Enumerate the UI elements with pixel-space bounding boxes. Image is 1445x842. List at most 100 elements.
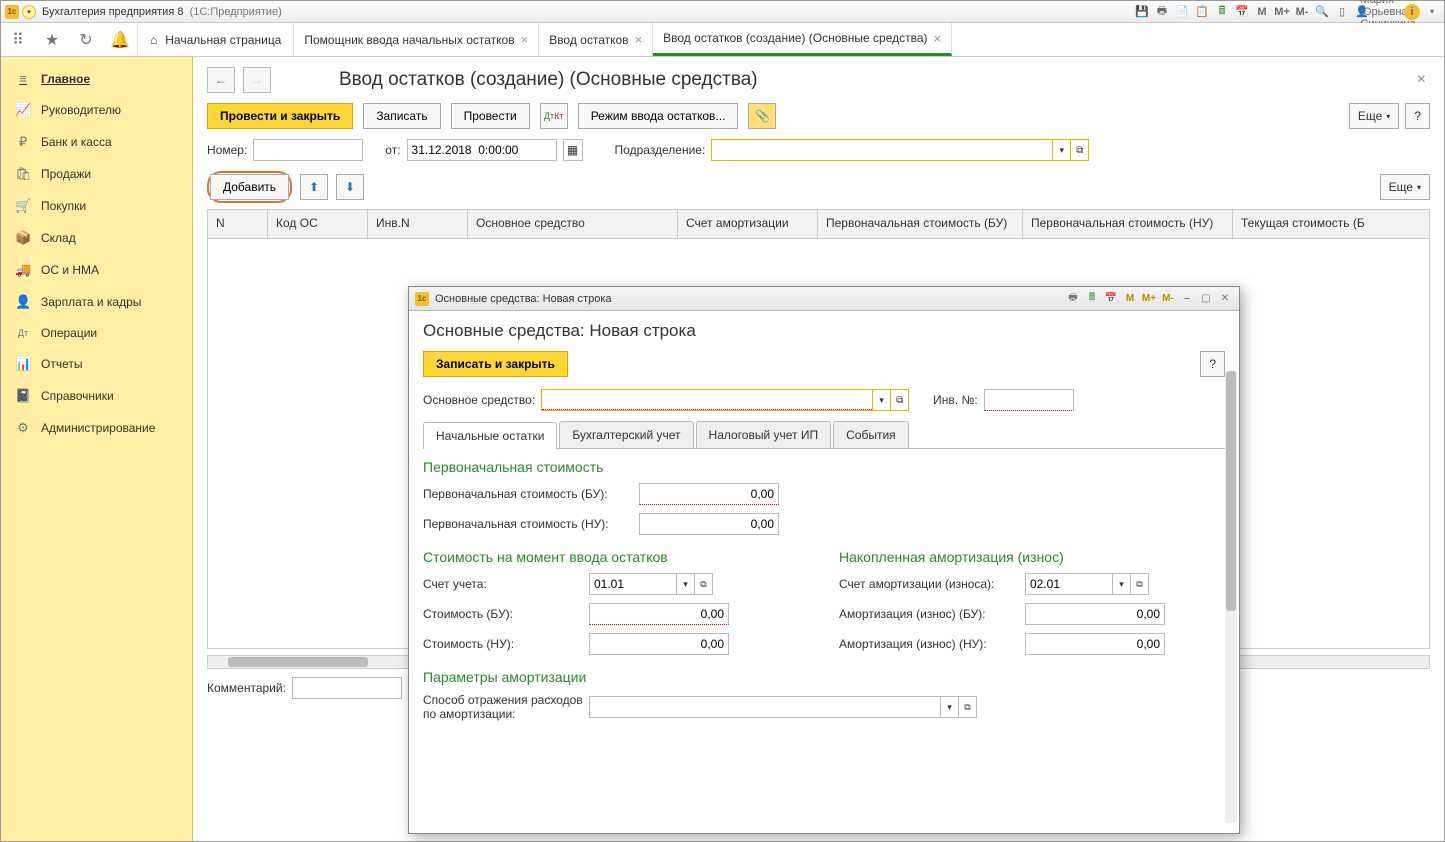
number-input[interactable] [253, 139, 363, 161]
expand-icon[interactable]: ⧉ [1070, 140, 1088, 160]
p-mminus-icon[interactable]: M- [1160, 291, 1176, 307]
p-calendar-icon[interactable]: 📅 [1103, 291, 1119, 307]
app-menu-dropdown[interactable]: ▾ [22, 5, 36, 19]
p-print-icon[interactable]: 🖶 [1065, 291, 1081, 307]
dropdown-icon[interactable]: ▾ [1112, 574, 1130, 594]
popup-help-button[interactable]: ? [1200, 351, 1225, 377]
p-close-icon[interactable]: ✕ [1217, 291, 1233, 307]
popup-v-scrollbar[interactable] [1225, 371, 1237, 823]
sidebar-item-salary[interactable]: 👤Зарплата и кадры [1, 286, 192, 318]
user-name[interactable]: Мария Юрьевна Синичкина [1380, 4, 1396, 20]
home-tab[interactable]: ⌂ Начальная страница [137, 23, 294, 56]
move-down-button[interactable]: ⬇ [336, 174, 364, 200]
popup-save-close-button[interactable]: Записать и закрыть [423, 351, 568, 377]
close-icon[interactable]: × [934, 31, 942, 46]
amort-acc-input[interactable] [1026, 574, 1112, 594]
page-close-button[interactable]: × [1413, 71, 1430, 89]
help-button[interactable]: ? [1405, 103, 1430, 129]
tb-save-icon[interactable]: 💾 [1134, 4, 1150, 20]
expand-icon[interactable]: ⧉ [890, 390, 908, 410]
notifications-icon[interactable]: 🔔 [103, 23, 137, 56]
m-icon[interactable]: M [1254, 4, 1270, 20]
tb-calendar-icon[interactable]: 📅 [1234, 4, 1250, 20]
method-input[interactable] [590, 697, 940, 717]
method-select[interactable]: ▾⧉ [589, 696, 977, 718]
m-plus-icon[interactable]: M+ [1274, 4, 1290, 20]
mode-button[interactable]: Режим ввода остатков... [578, 103, 739, 129]
tb-print-icon[interactable]: 🖶 [1154, 4, 1170, 20]
ptab-events[interactable]: События [833, 421, 909, 448]
sidebar-item-reports[interactable]: 📊Отчеты [1, 348, 192, 380]
dropdown-icon[interactable]: ▾ [940, 697, 958, 717]
expand-icon[interactable]: ⧉ [694, 574, 712, 594]
post-close-button[interactable]: Провести и закрыть [207, 103, 353, 129]
history-icon[interactable]: ↻ [69, 23, 103, 56]
tb-doc-icon[interactable]: 📄 [1174, 4, 1190, 20]
tab-entry[interactable]: Ввод остатков × [539, 23, 653, 56]
post-button[interactable]: Провести [451, 103, 530, 129]
attach-button[interactable]: 📎 [748, 103, 776, 129]
comment-input[interactable] [292, 677, 402, 699]
dept-input[interactable] [712, 140, 1052, 160]
info-icon[interactable]: i [1404, 4, 1420, 20]
nav-forward-button[interactable]: → [243, 67, 271, 93]
table-more-button[interactable]: Еще▾ [1380, 174, 1430, 200]
sidebar-item-main[interactable]: ≡Главное [1, 63, 192, 94]
ptab-initial[interactable]: Начальные остатки [423, 422, 557, 449]
close-icon[interactable]: × [521, 32, 529, 47]
move-up-button[interactable]: ⬆ [300, 174, 328, 200]
favorite-icon[interactable]: ★ [35, 23, 69, 56]
more-button[interactable]: Еще▾ [1349, 103, 1399, 129]
save-button[interactable]: Записать [363, 103, 440, 129]
p-max-icon[interactable]: ▢ [1198, 291, 1214, 307]
add-button[interactable]: Добавить [210, 174, 289, 200]
acc-input[interactable] [590, 574, 676, 594]
info-dd-icon[interactable]: ▾ [1424, 4, 1440, 20]
inp-cost-bu[interactable] [639, 483, 779, 505]
close-icon[interactable]: × [635, 32, 643, 47]
apps-icon[interactable]: ⠿ [1, 23, 35, 56]
inv-input[interactable] [984, 389, 1074, 411]
tb-panel-icon[interactable]: ▯ [1334, 4, 1350, 20]
ptab-accounting[interactable]: Бухгалтерский учет [559, 421, 693, 448]
tb-zoom-icon[interactable]: 🔍 [1314, 4, 1330, 20]
sidebar-item-sales[interactable]: 🛍Продажи [1, 158, 192, 190]
p-calc-icon[interactable]: 🖩 [1084, 291, 1100, 307]
inp-cost-nu[interactable] [639, 513, 779, 535]
inp-val-nu[interactable] [589, 633, 729, 655]
scrollbar-thumb[interactable] [228, 657, 368, 667]
sidebar-item-os[interactable]: 🚚ОС и НМА [1, 254, 192, 286]
dept-select[interactable]: ▾ ⧉ [711, 139, 1089, 161]
os-input[interactable] [542, 390, 872, 410]
sidebar-item-refs[interactable]: 📓Справочники [1, 380, 192, 412]
expand-icon[interactable]: ⧉ [958, 697, 976, 717]
inp-val-bu[interactable] [589, 603, 729, 625]
dropdown-icon[interactable]: ▾ [1052, 140, 1070, 160]
tb-copy-icon[interactable]: 📋 [1194, 4, 1210, 20]
inp-amort-nu[interactable] [1025, 633, 1165, 655]
p-mplus-icon[interactable]: M+ [1141, 291, 1157, 307]
sidebar-item-warehouse[interactable]: 📦Склад [1, 222, 192, 254]
p-m-icon[interactable]: M [1122, 291, 1138, 307]
tab-helper[interactable]: Помощник ввода начальных остатков × [294, 23, 539, 56]
dropdown-icon[interactable]: ▾ [676, 574, 694, 594]
sidebar-item-purchases[interactable]: 🛒Покупки [1, 190, 192, 222]
sidebar-item-manager[interactable]: 📈Руководителю [1, 94, 192, 126]
amort-acc-select[interactable]: ▾⧉ [1025, 573, 1149, 595]
p-min-icon[interactable]: ⎯ [1179, 291, 1195, 307]
tb-calc-icon[interactable]: 🖩 [1214, 4, 1230, 20]
ptab-tax[interactable]: Налоговый учет ИП [696, 421, 832, 448]
sidebar-item-operations[interactable]: ДтОперации [1, 318, 192, 348]
calendar-icon[interactable]: ▦ [563, 139, 583, 161]
nav-back-button[interactable]: ← [207, 67, 235, 93]
os-select[interactable]: ▾ ⧉ [541, 389, 909, 411]
expand-icon[interactable]: ⧉ [1130, 574, 1148, 594]
m-minus-icon[interactable]: M- [1294, 4, 1310, 20]
acc-select[interactable]: ▾⧉ [589, 573, 713, 595]
dtkt-button[interactable]: ДтКт [540, 103, 568, 129]
scrollbar-thumb[interactable] [1226, 371, 1236, 611]
dropdown-icon[interactable]: ▾ [872, 390, 890, 410]
date-input[interactable] [407, 139, 557, 161]
sidebar-item-admin[interactable]: ⚙Администрирование [1, 412, 192, 444]
tab-entry-create[interactable]: Ввод остатков (создание) (Основные средс… [653, 23, 952, 56]
